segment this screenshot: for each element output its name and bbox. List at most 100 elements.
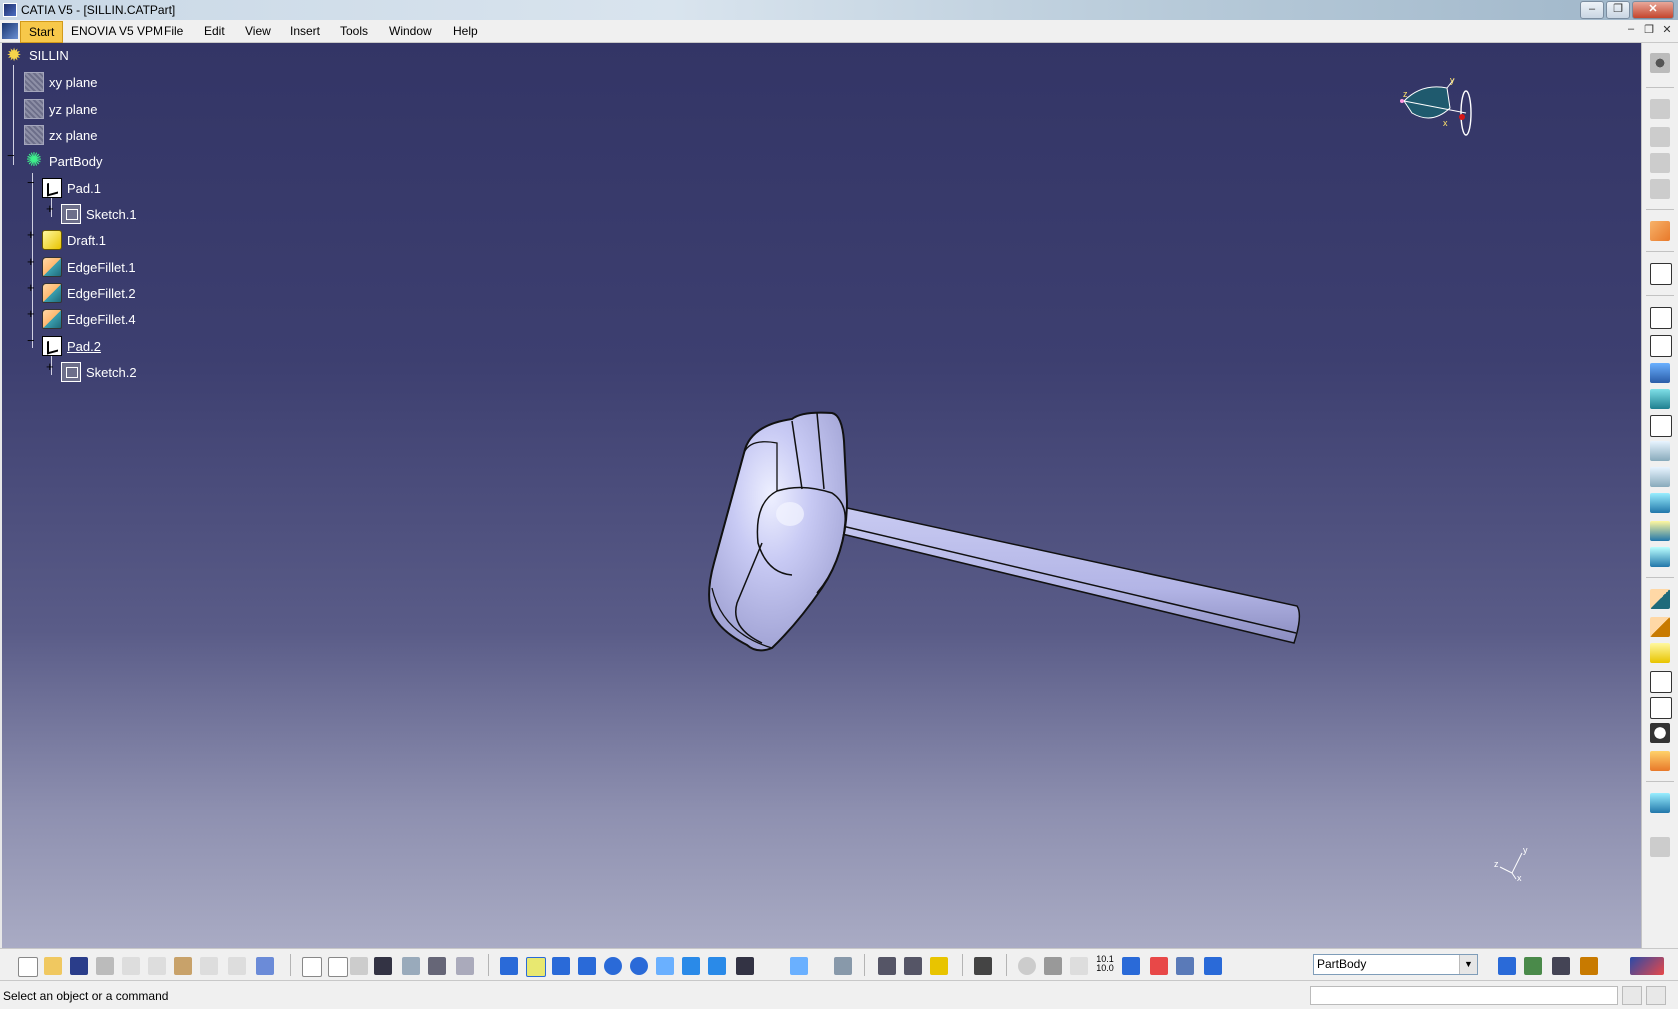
boolean-tool-icon[interactable] <box>1650 793 1670 813</box>
toolbar-separator <box>290 954 291 976</box>
list-icon[interactable] <box>456 957 474 975</box>
formula-icon[interactable] <box>302 957 322 977</box>
stiffener-tool-icon[interactable] <box>1650 493 1670 513</box>
measure-between-icon[interactable] <box>878 957 896 975</box>
manipulate-hand-icon[interactable] <box>1044 957 1062 975</box>
analysis-tool-icon[interactable] <box>1650 837 1670 857</box>
fly-mode-icon[interactable] <box>500 957 518 975</box>
constraint-icon[interactable] <box>1150 957 1168 975</box>
status-button-2[interactable] <box>1646 986 1666 1005</box>
slot-tool-icon[interactable] <box>1650 467 1670 487</box>
maximize-button[interactable]: ❐ <box>1606 1 1630 19</box>
doc-close-button[interactable]: ✕ <box>1660 23 1674 36</box>
doc-restore-button[interactable]: ❐ <box>1642 23 1656 36</box>
paste-icon[interactable] <box>174 957 192 975</box>
whats-this-icon[interactable] <box>256 957 274 975</box>
pad-tool-icon[interactable] <box>1650 307 1672 329</box>
redo-icon[interactable] <box>228 957 246 975</box>
menu-window[interactable]: Window <box>389 24 432 38</box>
hole-tool-icon[interactable] <box>1650 415 1672 437</box>
close-button[interactable]: ✕ <box>1632 1 1674 19</box>
workbench-icon-2[interactable] <box>1650 127 1670 147</box>
menu-enovia[interactable]: ENOVIA V5 VPM <box>71 24 163 38</box>
work-object-icon[interactable] <box>1204 957 1222 975</box>
toolbar-separator <box>1006 954 1007 976</box>
thread-tool-icon[interactable] <box>1650 723 1670 743</box>
sillin-part-model[interactable] <box>2 43 1641 948</box>
shaft-tool-icon[interactable] <box>1650 363 1670 383</box>
3d-viewport[interactable]: ✹ SILLIN xy plane yz plane zx plane − ✺ … <box>0 43 1641 948</box>
doc-minimize-button[interactable]: – <box>1624 23 1638 36</box>
menu-start[interactable]: Start <box>20 21 64 43</box>
render-icon-2[interactable] <box>1524 957 1542 975</box>
command-input[interactable] <box>1310 986 1618 1005</box>
measure-item-icon[interactable] <box>904 957 922 975</box>
menu-tools[interactable]: Tools <box>340 24 368 38</box>
remove-face-tool-icon[interactable] <box>1650 751 1670 771</box>
save-icon[interactable] <box>70 957 88 975</box>
edge-fillet-tool-icon[interactable] <box>1650 589 1670 609</box>
comment-icon[interactable] <box>328 957 348 977</box>
hide-show-icon[interactable] <box>790 957 808 975</box>
menu-bar: Start ENOVIA V5 VPM File Edit View Inser… <box>0 20 1678 43</box>
render-icon-4[interactable] <box>1580 957 1598 975</box>
undo-icon[interactable] <box>200 957 218 975</box>
swap-visible-space-icon[interactable] <box>834 957 852 975</box>
groove-tool-icon[interactable] <box>1650 389 1670 409</box>
measure-inertia-icon[interactable] <box>930 957 948 975</box>
parameters-icon[interactable] <box>428 957 446 975</box>
zoom-label-icon[interactable]: 10.1 10.0 <box>1094 955 1116 973</box>
multi-view-icon[interactable] <box>682 957 700 975</box>
menu-file[interactable]: File <box>164 24 183 38</box>
rib-tool-icon[interactable] <box>1650 441 1670 461</box>
open-folder-icon[interactable] <box>44 957 62 975</box>
knowledge-icon[interactable] <box>350 957 368 975</box>
catia-logo-icon[interactable] <box>1630 957 1664 975</box>
design-table-icon[interactable] <box>374 957 392 975</box>
sketcher-icon[interactable] <box>1650 263 1672 285</box>
pan-icon[interactable] <box>552 957 570 975</box>
capture-camera-icon[interactable] <box>974 957 992 975</box>
update-icon[interactable] <box>1018 957 1036 975</box>
toolbar-separator <box>1646 781 1674 782</box>
shell-tool-icon[interactable] <box>1650 671 1672 693</box>
status-button-1[interactable] <box>1622 986 1642 1005</box>
axis-system-icon[interactable] <box>1070 957 1088 975</box>
cut-icon[interactable] <box>122 957 140 975</box>
new-file-icon[interactable] <box>18 957 38 977</box>
shading-icon[interactable] <box>736 957 754 975</box>
table-icon[interactable] <box>1176 957 1194 975</box>
workbench-icon-3[interactable] <box>1650 153 1670 173</box>
minimize-button[interactable]: – <box>1580 1 1604 19</box>
catia-app-icon[interactable] <box>3 3 17 17</box>
menu-view[interactable]: View <box>245 24 271 38</box>
menu-edit[interactable]: Edit <box>204 24 225 38</box>
snap-icon[interactable] <box>1122 957 1140 975</box>
menu-help[interactable]: Help <box>453 24 478 38</box>
print-icon[interactable] <box>96 957 114 975</box>
normal-view-icon[interactable] <box>656 957 674 975</box>
workbench-icon-4[interactable] <box>1650 179 1670 199</box>
current-body-select[interactable]: PartBody ▼ <box>1313 954 1478 975</box>
pocket-tool-icon[interactable] <box>1650 335 1672 357</box>
chamfer-tool-icon[interactable] <box>1650 617 1670 637</box>
iso-view-icon[interactable] <box>708 957 726 975</box>
render-icon-3[interactable] <box>1552 957 1570 975</box>
settings-gear-icon[interactable] <box>1650 53 1670 73</box>
draft-tool-icon[interactable] <box>1650 643 1670 663</box>
copy-icon[interactable] <box>148 957 166 975</box>
zoom-in-icon[interactable] <box>604 957 622 975</box>
remove-loft-tool-icon[interactable] <box>1650 547 1670 567</box>
loft-tool-icon[interactable] <box>1650 521 1670 541</box>
thickness-tool-icon[interactable] <box>1650 697 1672 719</box>
fit-all-icon[interactable] <box>526 957 546 977</box>
law-icon[interactable] <box>402 957 420 975</box>
chevron-down-icon[interactable]: ▼ <box>1459 955 1477 974</box>
rotate-icon[interactable] <box>578 957 596 975</box>
document-icon[interactable] <box>2 23 18 39</box>
workbench-icon-1[interactable] <box>1650 99 1670 119</box>
select-arrow-icon[interactable] <box>1650 221 1670 241</box>
zoom-out-icon[interactable] <box>630 957 648 975</box>
menu-insert[interactable]: Insert <box>290 24 320 38</box>
render-icon-1[interactable] <box>1498 957 1516 975</box>
